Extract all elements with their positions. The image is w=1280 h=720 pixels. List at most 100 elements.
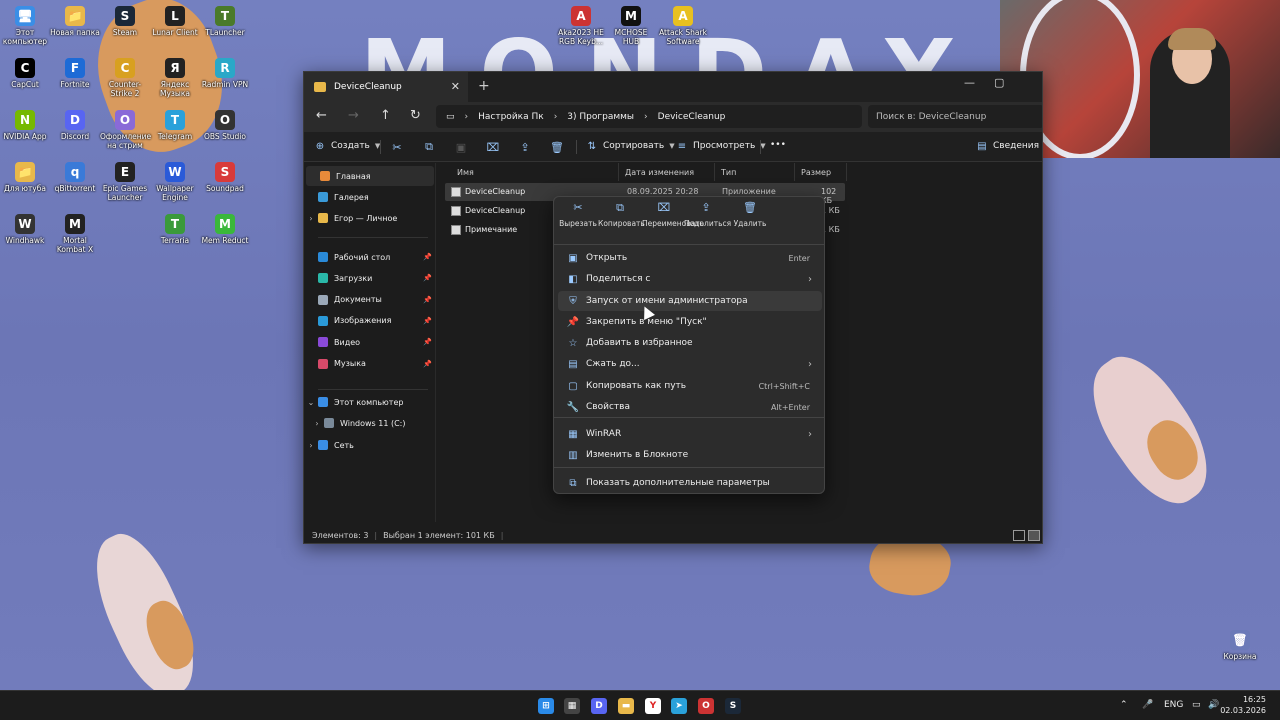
cut-icon[interactable]: ✂ bbox=[390, 140, 404, 154]
pin-icon[interactable]: 📌 bbox=[423, 253, 432, 261]
menu-item[interactable]: ☆ Добавить в избранное bbox=[558, 333, 822, 353]
yandex-browser-icon[interactable]: Y bbox=[645, 698, 661, 714]
chevron-up-icon[interactable]: ⌃ bbox=[1120, 700, 1128, 710]
opera-gx-icon[interactable]: O bbox=[698, 698, 714, 714]
steam-taskbar-icon[interactable]: S bbox=[725, 698, 741, 714]
desktop-icon-aka[interactable]: A Aka2023 HE RGB Keyb... bbox=[556, 6, 606, 46]
sidebar-item-pinned[interactable]: Документы 📌 bbox=[304, 290, 436, 310]
paste-icon[interactable]: ▣ bbox=[454, 140, 468, 154]
refresh-icon[interactable]: ↻ bbox=[410, 108, 421, 123]
language-indicator[interactable]: ENG bbox=[1164, 700, 1183, 710]
sort-button[interactable]: ⇅ Сортировать ▼ bbox=[586, 140, 675, 152]
share-button[interactable]: ⇪ Поделиться bbox=[684, 202, 731, 243]
column-header-date[interactable]: Дата изменения bbox=[619, 163, 715, 181]
pin-icon[interactable]: 📌 bbox=[423, 296, 432, 304]
sidebar-item-pinned[interactable]: Загрузки 📌 bbox=[304, 268, 436, 288]
desktop-icon-wallpaper[interactable]: W Wallpaper Engine bbox=[150, 162, 200, 202]
sidebar-item-network[interactable]: › Сеть bbox=[304, 435, 436, 455]
desktop-icon-youtube[interactable]: 📁 Для ютуба bbox=[0, 162, 50, 193]
column-header-type[interactable]: Тип bbox=[715, 163, 795, 181]
desktop-icon-attackshark[interactable]: A Attack Shark Software bbox=[658, 6, 708, 46]
desktop-icon-epic[interactable]: E Epic Games Launcher bbox=[100, 162, 150, 202]
system-clock[interactable]: 16:25 02.03.2026 bbox=[1220, 694, 1266, 716]
menu-item[interactable]: 🔧 Свойства Alt+Enter bbox=[558, 397, 822, 417]
desktop-icon-new-folder[interactable]: 📁 Новая папка bbox=[50, 6, 100, 37]
network-icon[interactable]: ▭ bbox=[1192, 700, 1201, 710]
sidebar-item-thispc[interactable]: ⌄ Этот компьютер bbox=[304, 392, 436, 412]
desktop-icon-tlauncher[interactable]: T TLauncher bbox=[200, 6, 250, 37]
desktop-icon-fortnite[interactable]: F Fortnite bbox=[50, 58, 100, 89]
explorer-tab[interactable]: DeviceCleanup ✕ bbox=[304, 72, 468, 102]
desktop-icon-obs[interactable]: O OBS Studio bbox=[200, 110, 250, 141]
desktop-icon-stream[interactable]: О Оформление на стрим bbox=[100, 110, 151, 150]
desktop-icon-yamusic[interactable]: Я Яндекс Музыка bbox=[150, 58, 200, 98]
new-tab-button[interactable]: + bbox=[478, 78, 490, 94]
tiles-view-icon[interactable] bbox=[1028, 530, 1040, 541]
chevron-right-icon[interactable]: › bbox=[304, 214, 318, 223]
calculator-icon[interactable]: ▦ bbox=[564, 698, 580, 714]
desktop-icon-memreduct[interactable]: M Mem Reduct bbox=[200, 214, 250, 245]
details-button[interactable]: ▤ Сведения bbox=[976, 140, 1039, 152]
desktop-icon-discord[interactable]: D Discord bbox=[50, 110, 100, 141]
breadcrumb-item[interactable]: DeviceCleanup bbox=[658, 112, 726, 122]
rename-button[interactable]: ⌧ Переименовать bbox=[642, 202, 704, 243]
breadcrumb-item[interactable]: 3) Программы bbox=[567, 112, 634, 122]
delete-button[interactable]: 🗑 Удалить bbox=[728, 202, 772, 243]
create-button[interactable]: ⊕ Создать ▼ bbox=[314, 140, 380, 152]
search-input[interactable]: Поиск в: DeviceCleanup bbox=[868, 105, 1042, 128]
sidebar-item-pinned[interactable]: Изображения 📌 bbox=[304, 311, 436, 331]
view-button[interactable]: ≡ Просмотреть ▼ bbox=[676, 140, 766, 152]
details-view-icon[interactable] bbox=[1013, 530, 1025, 541]
sidebar-item-pinned[interactable]: Рабочий стол 📌 bbox=[304, 247, 436, 267]
menu-item[interactable]: ▥ Изменить в Блокноте bbox=[558, 445, 822, 465]
sidebar-item-gallery[interactable]: Галерея bbox=[304, 187, 436, 207]
copy-icon[interactable]: ⧉ bbox=[422, 140, 436, 154]
chevron-right-icon[interactable]: › bbox=[310, 419, 324, 428]
telegram-taskbar-icon[interactable]: ➤ bbox=[671, 698, 687, 714]
more-options-button[interactable]: ••• bbox=[770, 140, 786, 150]
desktop-icon-recycle[interactable]: 🗑 Корзина bbox=[1215, 630, 1265, 661]
column-header-name[interactable]: Имя bbox=[451, 163, 619, 181]
address-bar[interactable]: ▭ › Настройка Пк › 3) Программы › Device… bbox=[436, 105, 862, 128]
breadcrumb-item[interactable]: Настройка Пк bbox=[478, 112, 544, 122]
desktop-icon-this-pc[interactable]: 🖥 Этот компьютер bbox=[0, 6, 50, 46]
delete-icon[interactable]: 🗑 bbox=[550, 140, 564, 154]
desktop-icon-nvidia[interactable]: N NVIDIA App bbox=[0, 110, 50, 141]
microphone-icon[interactable]: 🎤 bbox=[1142, 700, 1153, 710]
chevron-right-icon[interactable]: › bbox=[554, 112, 558, 122]
sidebar-item-pinned[interactable]: Видео 📌 bbox=[304, 332, 436, 352]
pin-icon[interactable]: 📌 bbox=[423, 274, 432, 282]
start-button-icon[interactable]: ⊞ bbox=[538, 698, 554, 714]
pin-icon[interactable]: 📌 bbox=[423, 360, 432, 368]
desktop-icon-radmin[interactable]: R Radmin VPN bbox=[200, 58, 250, 89]
desktop-icon-mchose[interactable]: M MCHOSE HUB bbox=[606, 6, 656, 46]
chevron-right-icon[interactable]: › bbox=[644, 112, 648, 122]
menu-item[interactable]: ⧉ Показать дополнительные параметры bbox=[558, 473, 822, 493]
volume-icon[interactable]: 🔊 bbox=[1208, 700, 1219, 710]
minimize-icon[interactable]: — bbox=[964, 76, 975, 89]
sidebar-item-onedrive[interactable]: › Егор — Личное bbox=[304, 208, 436, 228]
desktop-icon-soundpad[interactable]: S Soundpad bbox=[200, 162, 250, 193]
pin-icon[interactable]: 📌 bbox=[423, 317, 432, 325]
desktop-icon-qbit[interactable]: q qBittorrent bbox=[50, 162, 100, 193]
menu-item[interactable]: ⛨ Запуск от имени администратора bbox=[558, 291, 822, 311]
rename-icon[interactable]: ⌧ bbox=[486, 140, 500, 154]
desktop-icon-telegram[interactable]: T Telegram bbox=[150, 110, 200, 141]
desktop-icon-steam[interactable]: S Steam bbox=[100, 6, 150, 37]
back-arrow-icon[interactable]: ← bbox=[316, 108, 327, 123]
menu-item[interactable]: ▢ Копировать как путь Ctrl+Shift+C bbox=[558, 376, 822, 396]
sidebar-item-pinned[interactable]: Музыка 📌 bbox=[304, 354, 436, 374]
menu-item[interactable]: ▦ WinRAR › bbox=[558, 424, 822, 444]
title-bar[interactable]: DeviceCleanup ✕ + — ▢ bbox=[304, 72, 1042, 102]
sidebar-item-home[interactable]: Главная bbox=[306, 166, 434, 186]
menu-item[interactable]: ▣ Открыть Enter bbox=[558, 248, 822, 268]
desktop-icon-lunar[interactable]: L Lunar Client bbox=[150, 6, 200, 37]
desktop-icon-terraria[interactable]: T Terraria bbox=[150, 214, 200, 245]
chevron-right-icon[interactable]: › bbox=[465, 112, 469, 122]
close-tab-icon[interactable]: ✕ bbox=[451, 80, 460, 93]
forward-arrow-icon[interactable]: → bbox=[348, 108, 359, 123]
chevron-right-icon[interactable]: › bbox=[304, 441, 318, 450]
menu-item[interactable]: ▤ Сжать до... › bbox=[558, 354, 822, 374]
menu-item[interactable]: ◧ Поделиться с › bbox=[558, 269, 822, 289]
desktop-icon-capcut[interactable]: C CapCut bbox=[0, 58, 50, 89]
